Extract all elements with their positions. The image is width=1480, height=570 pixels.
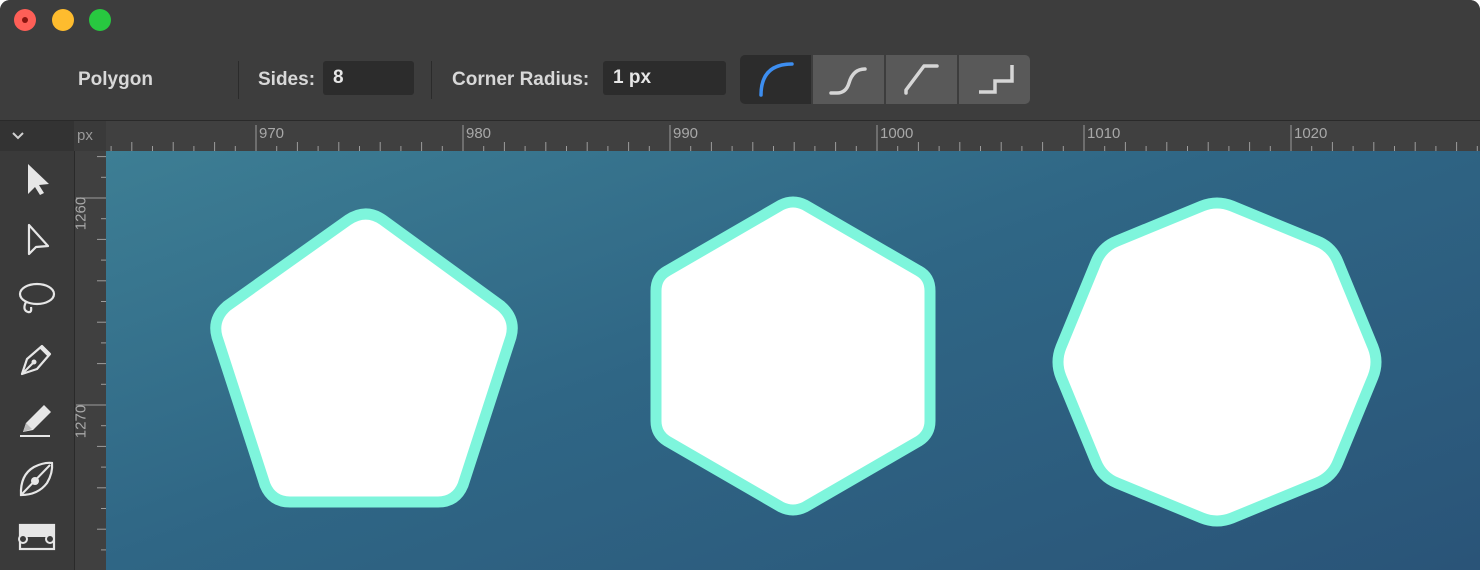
minimize-window-button[interactable] — [52, 9, 74, 31]
octagon-shape[interactable] — [1052, 197, 1382, 527]
tools-panel — [0, 151, 75, 570]
title-bar: Polygon Sides: 8 Corner Radius: 1 px — [0, 0, 1480, 121]
close-window-button[interactable] — [14, 9, 36, 31]
fill-tool[interactable] — [14, 515, 60, 561]
rounded-corner-button[interactable] — [740, 55, 811, 104]
node-tool[interactable] — [14, 217, 60, 263]
stepped-corner-button[interactable] — [959, 55, 1030, 104]
document-canvas[interactable] — [106, 151, 1480, 570]
toolbar-divider — [238, 61, 239, 99]
concave-corner-icon — [829, 67, 867, 95]
ruler-unit-label: px — [77, 127, 93, 144]
fill-tool-icon — [18, 523, 56, 551]
corner-radius-input[interactable]: 1 px — [603, 61, 726, 95]
straight-corner-button[interactable] — [886, 55, 957, 104]
horizontal-ruler[interactable]: 970 980 990 1000 1010 1020 — [106, 121, 1480, 151]
sides-label: Sides: — [258, 69, 316, 90]
ruler-label-1020: 1020 — [1294, 125, 1328, 142]
ruler-label-970: 970 — [259, 125, 285, 142]
sides-input[interactable]: 8 — [323, 61, 414, 95]
app-window: Polygon Sides: 8 Corner Radius: 1 px px … — [0, 0, 1480, 570]
chevron-down-icon[interactable] — [0, 121, 74, 151]
toolbar-divider — [431, 61, 432, 99]
vertical-ruler[interactable]: 1260 1270 — [72, 151, 106, 570]
ruler-label-1010: 1010 — [1087, 125, 1121, 142]
move-tool[interactable] — [14, 157, 60, 203]
ruler-label-980: 980 — [466, 125, 492, 142]
ruler-label-990: 990 — [673, 125, 699, 142]
pencil-tool[interactable] — [14, 395, 60, 441]
ruler-corner[interactable] — [0, 121, 74, 151]
canvas-artwork — [210, 196, 1382, 527]
lasso-tool[interactable] — [14, 276, 60, 322]
ruler-label-1000: 1000 — [880, 125, 914, 142]
concave-corner-button[interactable] — [813, 55, 884, 104]
pen-tool[interactable] — [14, 336, 60, 382]
lasso-tool-icon — [18, 282, 56, 314]
ruler-label-1260: 1260 — [72, 196, 90, 231]
node-tool-icon — [27, 223, 50, 256]
stepped-corner-icon — [979, 65, 1014, 94]
rounded-corner-icon — [759, 62, 794, 97]
move-tool-icon — [28, 164, 49, 195]
straight-corner-icon — [904, 64, 939, 95]
zoom-window-button[interactable] — [89, 9, 111, 31]
corner-radius-label: Corner Radius: — [452, 69, 590, 90]
horizontal-ruler-ticks — [110, 125, 1478, 151]
ruler-label-1270: 1270 — [72, 404, 90, 439]
pencil-tool-icon — [20, 405, 51, 437]
vector-brush-tool[interactable] — [14, 455, 60, 501]
hexagon-shape[interactable] — [650, 196, 936, 516]
pentagon-shape[interactable] — [210, 208, 518, 508]
tool-name-label: Polygon — [78, 69, 153, 90]
vector-brush-tool-icon — [19, 461, 54, 497]
pen-tool-icon — [20, 344, 52, 376]
